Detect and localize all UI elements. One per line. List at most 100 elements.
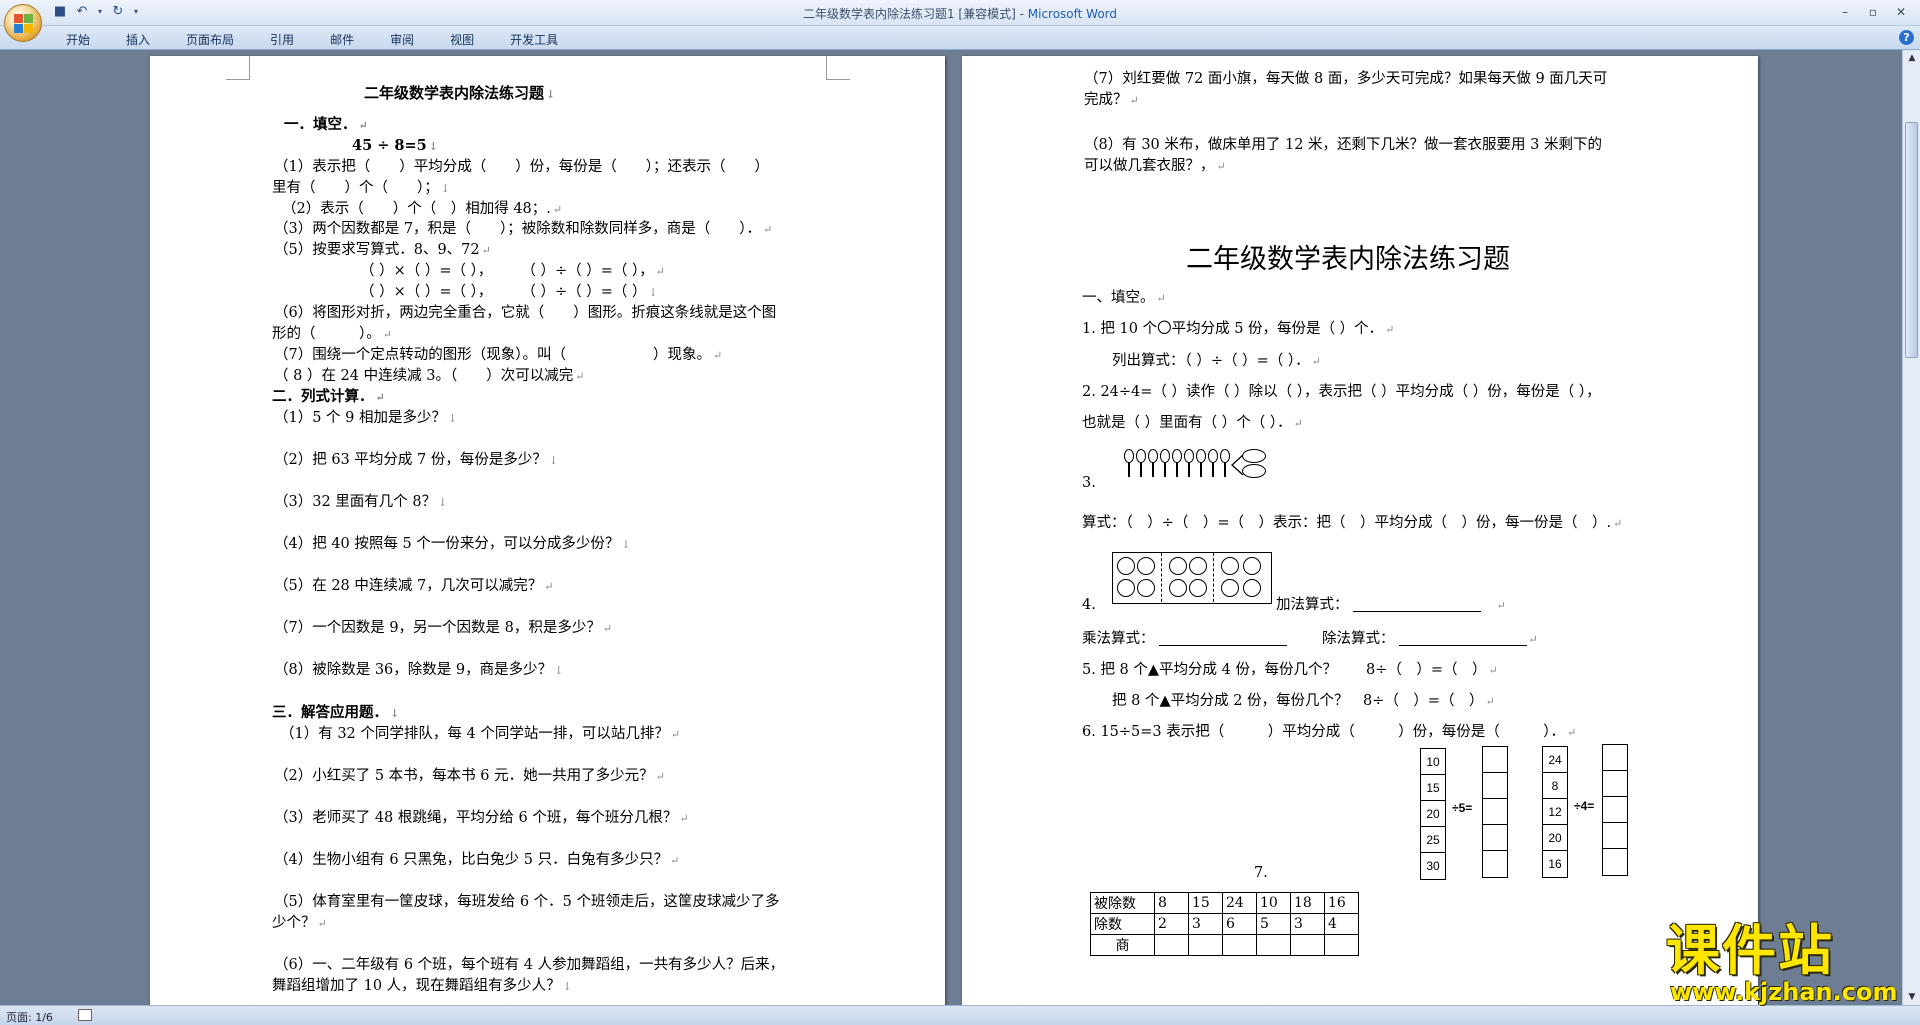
window-controls: – ▫ ✕ [1832, 3, 1914, 21]
scroll-down-icon[interactable]: ▼ [1903, 989, 1920, 1005]
text-line: （7）刘红要做 72 面小旗，每天做 8 面，多少天可完成？如果每天做 9 面几… [1084, 71, 1608, 87]
tab-review[interactable]: 审阅 [372, 29, 432, 50]
calc-question: （7）一个因数是 9，另一个因数是 8，积是多少？ ↵ [274, 620, 613, 636]
text-line: 里有（ ）个（ ）； ↓ [272, 180, 450, 196]
question-5b: 把 8 个▲平均分成 2 份，每份几个？ 8÷（ ）=（ ） ↵ [1112, 693, 1495, 709]
watermark-logo: 课件站 www.kjzhan.com [1660, 919, 1900, 1007]
word-problem: 少个？ ↵ [272, 915, 327, 931]
table-cell: 10 [1256, 892, 1291, 914]
question-1: 1. 把 10 个〇平均分成 5 份，每份是（ ）个． ↵ [1082, 321, 1395, 337]
division-table: 被除数 8 15 24 10 18 16 除数 2 3 6 5 3 4 商 [1090, 892, 1359, 956]
calc-question: （2）把 63 平均分成 7 份，每份是多少？ ↓ [274, 452, 559, 468]
word-problem: （4）生物小组有 6 只黑兔，比白兔少 5 只．白兔有多少只？ ↵ [274, 852, 680, 868]
margin-corner [226, 56, 250, 80]
table-cell: 2 [1154, 913, 1189, 935]
vertical-scrollbar[interactable]: ▲ ▼ [1902, 50, 1920, 1005]
text-line: （ ）×（ ）=（ ）， （ ）÷（ ）=（ ）， ↵ [360, 263, 665, 279]
calc-question: （5）在 28 中连续减 7，几次可以减完？ ↵ [274, 578, 554, 594]
column-cell: 16 [1548, 857, 1562, 871]
table-cell: 商 [1090, 934, 1155, 956]
text-line: （1）表示把（ ）平均分成（ ）份，每份是（ ）；还表示（ ） [274, 159, 769, 175]
document-area[interactable]: 二年级数学表内除法练习题 ↓ 一．填空． ↵ 45 ÷ 8=5 ↓ （1）表示把（ ）… [0, 50, 1902, 1005]
table-cell[interactable] [1188, 934, 1223, 956]
maximize-icon[interactable]: ▫ [1860, 3, 1886, 21]
answer-column-a [1482, 746, 1508, 878]
page-counter[interactable]: 页面: 1/6 [6, 1009, 53, 1025]
tab-page-layout[interactable]: 页面布局 [168, 29, 252, 50]
question-5: 5. 把 8 个▲平均分成 4 份，每份几个？ 8÷（ ）=（ ） ↵ [1082, 662, 1498, 678]
scroll-thumb[interactable] [1905, 122, 1918, 358]
title-bar: ■ ↶ ▾ ↻ ▾ 二年级数学表内除法练习题1 [兼容模式] - Microso… [0, 0, 1920, 26]
table-cell[interactable] [1256, 934, 1291, 956]
column-cell: 8 [1543, 773, 1567, 799]
dividend-column-b: 24 8 12 20 16 [1542, 746, 1568, 878]
word-problem: 舞蹈组增加了 10 人，现在舞蹈组有多少人？ ↓ [272, 978, 572, 994]
column-cell: 25 [1421, 827, 1445, 853]
page-title: 二年级数学表内除法练习题 ↓ [364, 84, 556, 102]
table-cell: 16 [1324, 892, 1359, 914]
tab-view[interactable]: 视图 [432, 29, 492, 50]
calc-question: （4）把 40 按照每 5 个一份来分，可以分成多少份？ ↓ [274, 536, 631, 552]
table-cell[interactable] [1324, 934, 1359, 956]
scroll-up-icon[interactable]: ▲ [1903, 50, 1920, 66]
multiplication-formula: 乘法算式： [1082, 630, 1287, 648]
table-cell: 被除数 [1090, 892, 1155, 914]
text-line: 完成？ ↵ [1084, 92, 1139, 108]
text-line: （ ）×（ ）=（ ）， （ ）÷（ ）=（ ） ↓ [360, 284, 658, 300]
tab-mailings[interactable]: 邮件 [312, 29, 372, 50]
calc-question: （3）32 里面有几个 8？ ↓ [274, 494, 448, 510]
question-7-number: 7. [1254, 865, 1268, 881]
question-2b: 也就是（ ）里面有（ ）个（ ）． ↵ [1082, 415, 1303, 431]
status-bar: 页面: 1/6 [0, 1005, 1920, 1025]
close-icon[interactable]: ✕ [1888, 3, 1914, 21]
page-2[interactable]: （7）刘红要做 72 面小旗，每天做 8 面，多少天可完成？如果每天做 9 面几… [962, 56, 1758, 1005]
watermark-text: 课件站 [1666, 919, 1834, 982]
help-icon[interactable]: ? [1899, 30, 1914, 45]
minimize-icon[interactable]: – [1832, 3, 1858, 21]
text-line: （3）两个因数都是 7，积是（ ）；被除数和除数同样多，商是（ ）． ↵ [274, 221, 773, 237]
section-heading: 三．解答应用题． ↓ [272, 704, 400, 721]
question-1-formula: 列出算式：（ ）÷（ ）=（ ）． ↵ [1112, 353, 1321, 369]
table-cell: 15 [1188, 892, 1223, 914]
word-problem: （5）体育室里有一筐皮球，每班发给 6 个．5 个班领走后，这筐皮球减少了多 [274, 894, 780, 910]
tab-home[interactable]: 开始 [48, 29, 108, 50]
table-cell: 4 [1324, 913, 1359, 935]
column-cell: 15 [1421, 775, 1445, 801]
proofing-icon[interactable] [78, 1009, 92, 1021]
example-equation: 45 ÷ 8=5 ↓ [352, 137, 438, 154]
margin-corner [826, 56, 850, 80]
addition-formula: 加法算式： ↵ [1276, 597, 1506, 613]
section-heading: 一、填空。 ↵ [1082, 290, 1166, 306]
question-4-number: 4. [1082, 597, 1096, 613]
question-2: 2. 24÷4=（ ）读作（ ）除以（ ），表示把（ ）平均分成（ ）份，每份是… [1082, 384, 1601, 400]
office-button[interactable] [4, 4, 42, 42]
page-1[interactable]: 二年级数学表内除法练习题 ↓ 一．填空． ↵ 45 ÷ 8=5 ↓ （1）表示把（ ）… [150, 56, 945, 1005]
text-line: （6）将图形对折，两边完全重合，它就（ ）图形。折痕这条线就是这个图 [274, 305, 777, 321]
word-problem: （3）老师买了 48 根跳绳，平均分给 6 个班，每个班分几根？ ↵ [274, 810, 689, 826]
window-title: 二年级数学表内除法练习题1 [兼容模式] - Microsoft Word [802, 7, 1118, 21]
tab-references[interactable]: 引用 [252, 29, 312, 50]
table-cell[interactable] [1290, 934, 1325, 956]
table-cell: 18 [1290, 892, 1325, 914]
table-cell: 8 [1154, 892, 1189, 914]
table-row: 商 [1090, 934, 1359, 956]
text-line: （7）围绕一个定点转动的图形（现象）。叫（ ）现象。 ↵ [274, 347, 723, 363]
table-cell: 3 [1188, 913, 1223, 935]
tab-developer[interactable]: 开发工具 [492, 29, 576, 50]
calc-question: （1）5 个 9 相加是多少？ ↓ [274, 410, 458, 426]
table-row: 被除数 8 15 24 10 18 16 [1090, 892, 1359, 914]
column-cell: 20 [1543, 825, 1567, 851]
text-line: （ 8 ）在 24 中连续减 3。（ ）次可以减完 ↵ [274, 368, 585, 384]
text-line: （8）有 30 米布，做床单用了 12 米，还剩下几米？做一套衣服要用 3 米剩… [1084, 137, 1603, 153]
calc-question: （8）被除数是 36，除数是 9，商是多少？ ↓ [274, 662, 564, 678]
table-cell[interactable] [1222, 934, 1257, 956]
office-logo-icon [14, 14, 34, 34]
ribbon-tabs: 开始 插入 页面布局 引用 邮件 审阅 视图 开发工具 ? [0, 26, 1920, 50]
watermark-url: www.kjzhan.com [1670, 978, 1898, 1006]
word-problem: （1）有 32 个同学排队，每 4 个同学站一排，可以站几排？ ↵ [280, 726, 681, 742]
table-cell: 6 [1222, 913, 1257, 935]
tab-insert[interactable]: 插入 [108, 29, 168, 50]
table-cell[interactable] [1154, 934, 1189, 956]
text-line: （5）按要求写算式．8、9、72 ↵ [274, 242, 491, 258]
answer-column-b [1602, 744, 1628, 876]
